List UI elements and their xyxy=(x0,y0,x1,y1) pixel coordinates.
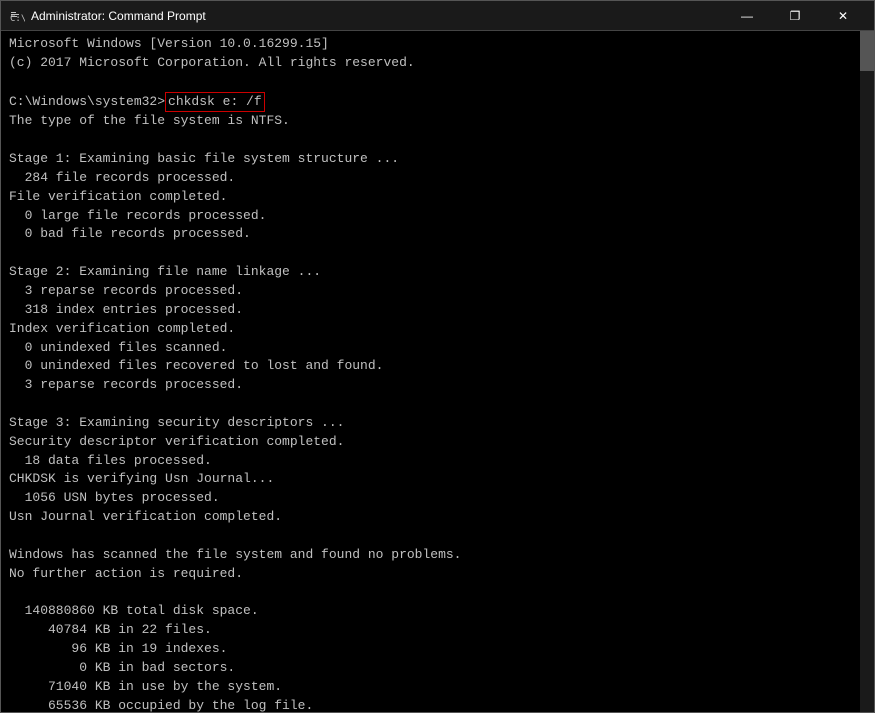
line-17: 0 unindexed files scanned. xyxy=(9,339,850,358)
cmd-window: C:\ Administrator: Command Prompt — ❐ ✕ … xyxy=(0,0,875,713)
prompt-prefix: C:\Windows\system32> xyxy=(9,93,165,112)
title-bar: C:\ Administrator: Command Prompt — ❐ ✕ xyxy=(1,1,874,31)
command-text: chkdsk e: /f xyxy=(165,92,265,113)
line-11: 0 bad file records processed. xyxy=(9,225,850,244)
terminal-content: Microsoft Windows [Version 10.0.16299.15… xyxy=(9,35,866,712)
minimize-button[interactable]: — xyxy=(724,1,770,31)
line-16: Index verification completed. xyxy=(9,320,850,339)
line-12 xyxy=(9,244,850,263)
line-8: 284 file records processed. xyxy=(9,169,850,188)
scrollbar[interactable] xyxy=(860,31,874,712)
window-title: Administrator: Command Prompt xyxy=(31,9,206,23)
cmd-icon: C:\ xyxy=(9,8,25,24)
line-9: File verification completed. xyxy=(9,188,850,207)
line-10: 0 large file records processed. xyxy=(9,207,850,226)
line-22: Security descriptor verification complet… xyxy=(9,433,850,452)
line-26: Usn Journal verification completed. xyxy=(9,508,850,527)
line-34: 0 KB in bad sectors. xyxy=(9,659,850,678)
line-19: 3 reparse records processed. xyxy=(9,376,850,395)
line-33: 96 KB in 19 indexes. xyxy=(9,640,850,659)
line-2: (c) 2017 Microsoft Corporation. All righ… xyxy=(9,54,850,73)
line-prompt: C:\Windows\system32>chkdsk e: /f xyxy=(9,92,850,113)
line-13: Stage 2: Examining file name linkage ... xyxy=(9,263,850,282)
line-29: No further action is required. xyxy=(9,565,850,584)
line-27 xyxy=(9,527,850,546)
line-3 xyxy=(9,73,850,92)
line-1: Microsoft Windows [Version 10.0.16299.15… xyxy=(9,35,850,54)
line-15: 318 index entries processed. xyxy=(9,301,850,320)
svg-text:C:\: C:\ xyxy=(10,14,25,24)
line-35: 71040 KB in use by the system. xyxy=(9,678,850,697)
scrollbar-thumb[interactable] xyxy=(860,31,874,71)
title-bar-controls: — ❐ ✕ xyxy=(724,1,866,31)
restore-button[interactable]: ❐ xyxy=(772,1,818,31)
title-bar-left: C:\ Administrator: Command Prompt xyxy=(9,8,206,24)
line-6 xyxy=(9,131,850,150)
line-5: The type of the file system is NTFS. xyxy=(9,112,850,131)
line-20 xyxy=(9,395,850,414)
line-30 xyxy=(9,583,850,602)
line-25: 1056 USN bytes processed. xyxy=(9,489,850,508)
terminal-body[interactable]: Microsoft Windows [Version 10.0.16299.15… xyxy=(1,31,874,712)
line-31: 140880860 KB total disk space. xyxy=(9,602,850,621)
line-32: 40784 KB in 22 files. xyxy=(9,621,850,640)
line-21: Stage 3: Examining security descriptors … xyxy=(9,414,850,433)
line-24: CHKDSK is verifying Usn Journal... xyxy=(9,470,850,489)
line-7: Stage 1: Examining basic file system str… xyxy=(9,150,850,169)
close-button[interactable]: ✕ xyxy=(820,1,866,31)
line-18: 0 unindexed files recovered to lost and … xyxy=(9,357,850,376)
line-36: 65536 KB occupied by the log file. xyxy=(9,697,850,712)
line-28: Windows has scanned the file system and … xyxy=(9,546,850,565)
line-14: 3 reparse records processed. xyxy=(9,282,850,301)
line-23: 18 data files processed. xyxy=(9,452,850,471)
